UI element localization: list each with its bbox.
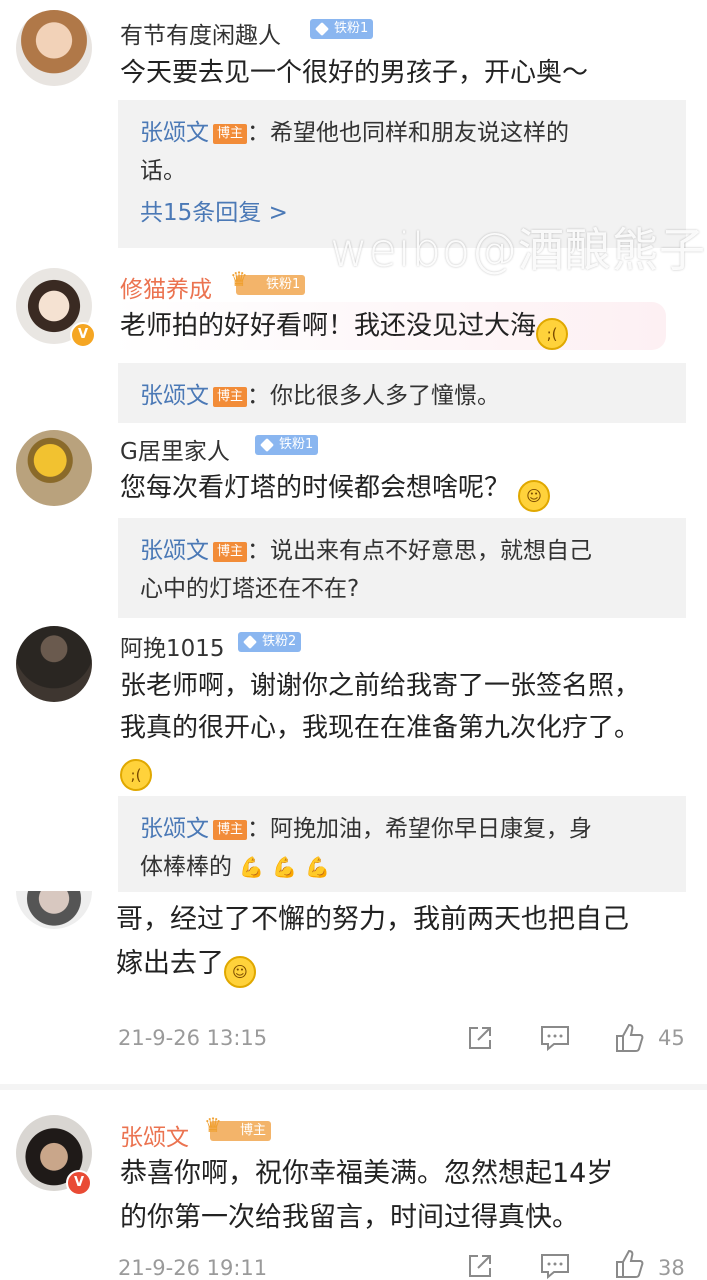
reply-box[interactable]: 张颂文 博主 ：阿挽加油，希望你早日康复，身 体棒棒的 💪 💪 💪 [118, 796, 686, 892]
host-tag: 博主 [213, 124, 248, 144]
divider [0, 1084, 707, 1090]
fan-badge: 铁粉2 [238, 632, 302, 652]
verified-icon: V [66, 1170, 92, 1196]
comment-icon[interactable] [540, 1024, 570, 1052]
post-text: 恭喜你啊，祝你幸福美满。忽然想起14岁 [120, 1158, 614, 1189]
verified-icon: V [70, 322, 96, 348]
fan-badge: 铁粉1 [310, 19, 374, 39]
comment-text: 张老师啊，谢谢你之前给我寄了一张签名照， [120, 671, 641, 701]
grin-emoji-icon: ☺ [518, 480, 551, 512]
fan-badge: ♛ 铁粉1 [230, 269, 306, 295]
reply-text: ：你比很多人多了憧憬。 [247, 383, 501, 409]
host-badge: ♛ 博主 [204, 1115, 272, 1141]
reply-author[interactable]: 张颂文 [140, 120, 209, 146]
comment-icon[interactable] [540, 1252, 570, 1280]
username[interactable]: G居里家人 [120, 432, 230, 466]
username[interactable]: 张颂文 [120, 1118, 189, 1152]
muscle-icon: 💪 [239, 855, 265, 879]
reply-box[interactable]: 张颂文 博主 ：你比很多人多了憧憬。 [118, 363, 686, 423]
username[interactable]: 阿挽1015 [120, 629, 225, 663]
like-icon[interactable] [614, 1248, 646, 1280]
diamond-icon [260, 438, 274, 452]
avatar[interactable] [16, 626, 92, 702]
like-icon[interactable] [614, 1022, 646, 1054]
watermark: weibo@酒酿熊子 [330, 223, 707, 277]
host-tag: 博主 [213, 387, 248, 407]
username[interactable]: 修猫养成 [120, 270, 212, 304]
muscle-icon: 💪 [272, 855, 298, 879]
crown-icon: ♛ [230, 267, 248, 291]
grin-emoji-icon: ☺ [224, 956, 256, 988]
crown-icon: ♛ [204, 1113, 222, 1137]
reply-author[interactable]: 张颂文 [140, 383, 209, 409]
comment-text: 老师拍的好好看啊！我还没见过大海 ;( [120, 304, 569, 350]
comment-emoji-line: ;( [120, 745, 152, 791]
reply-author[interactable]: 张颂文 [140, 816, 209, 842]
crying-emoji-icon: ;( [536, 318, 569, 350]
muscle-icon: 💪 [305, 855, 331, 879]
post-text-cont: 的你第一次给我留言，时间过得真快。 [120, 1202, 579, 1233]
reply-box[interactable]: 张颂文 博主 ：说出来有点不好意思，就想自己 心中的灯塔还在不在? [118, 518, 686, 618]
avatar[interactable] [16, 430, 92, 506]
avatar[interactable] [16, 891, 92, 929]
reply-text-cont: 体棒棒的 [140, 854, 232, 880]
comment-text-cont: 嫁出去了 ☺ [116, 942, 256, 988]
crying-emoji-icon: ;( [120, 759, 152, 791]
comment-text: 您每次看灯塔的时候都会想啥呢？ ☺ [120, 466, 551, 512]
reply-text: ：阿挽加油，希望你早日康复，身 [247, 816, 593, 842]
reply-text-cont: 心中的灯塔还在不在? [140, 576, 360, 602]
reply-author[interactable]: 张颂文 [140, 538, 209, 564]
like-count: 45 [658, 1026, 685, 1050]
comment-text: 哥，经过了不懈的努力，我前两天也把自己 [116, 904, 629, 935]
avatar[interactable] [16, 10, 92, 86]
reply-text: ：说出来有点不好意思，就想自己 [247, 538, 593, 564]
share-icon[interactable] [466, 1252, 494, 1280]
fan-badge: 铁粉1 [255, 435, 319, 455]
host-tag: 博主 [213, 542, 248, 562]
timestamp: 21-9-26 19:11 [118, 1256, 268, 1280]
timestamp: 21-9-26 13:15 [118, 1026, 268, 1050]
share-icon[interactable] [466, 1024, 494, 1052]
reply-text: ：希望他也同样和朋友说这样的 [247, 120, 570, 146]
like-count: 38 [658, 1256, 685, 1280]
host-tag: 博主 [213, 820, 248, 840]
username[interactable]: 有节有度闲趣人 [120, 16, 281, 50]
diamond-icon [243, 635, 257, 649]
comment-text: 今天要去见一个很好的男孩子，开心奥～ [120, 58, 589, 88]
reply-text-cont: 话。 [140, 158, 186, 184]
diamond-icon [315, 22, 329, 36]
comment-text-cont: 我真的很开心，我现在在准备第九次化疗了。 [120, 713, 641, 743]
